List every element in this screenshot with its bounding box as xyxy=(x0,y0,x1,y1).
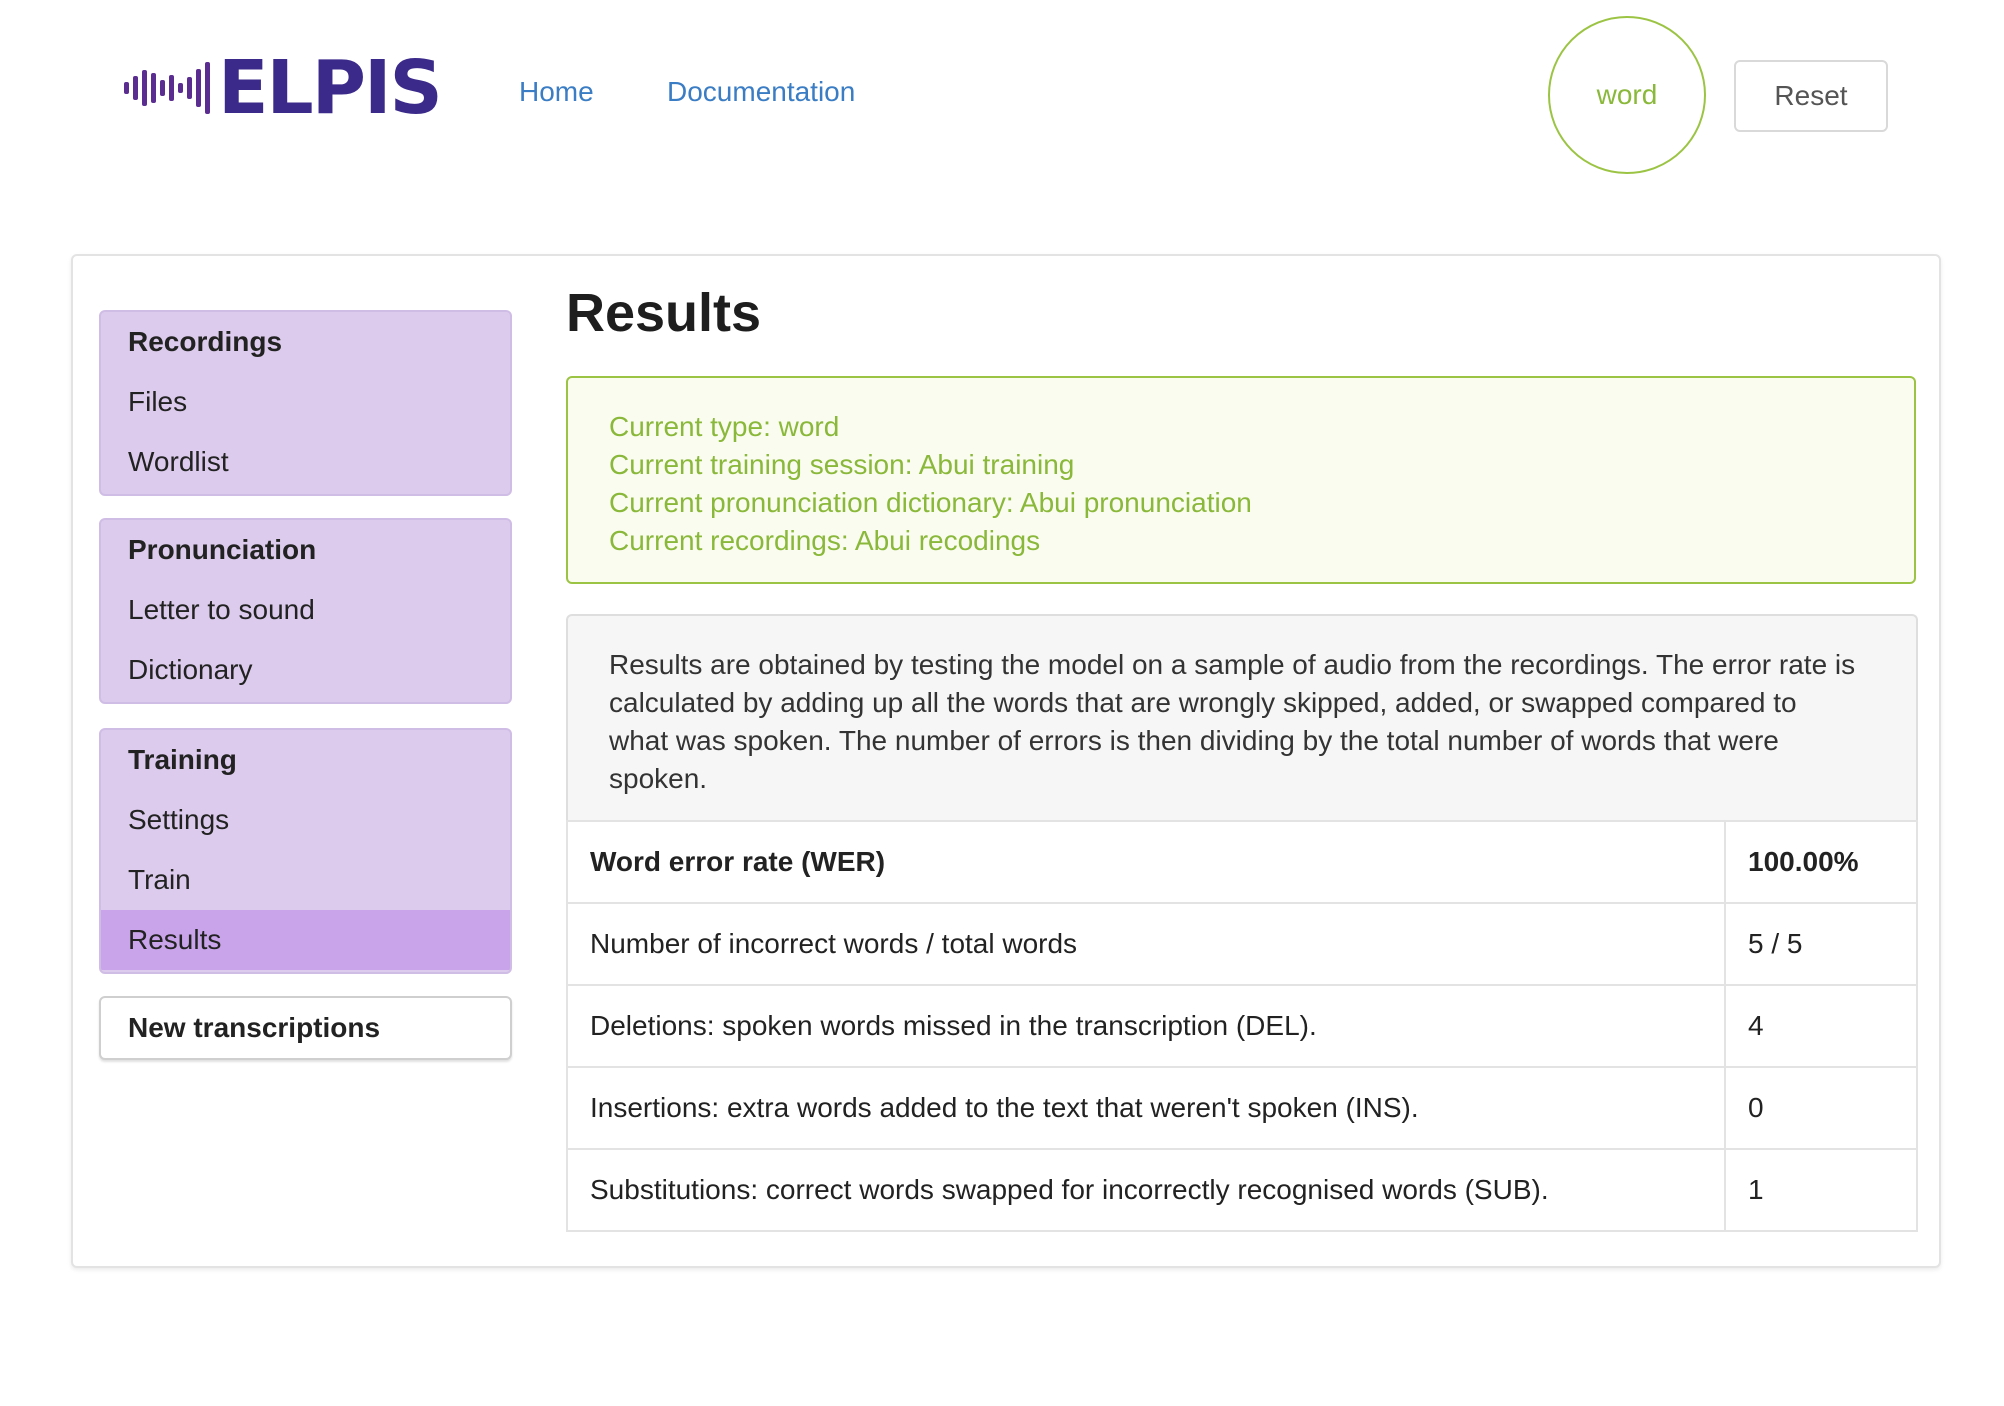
current-session-text: Current training session: Abui training xyxy=(609,449,1075,480)
sidebar-item-letter-to-sound[interactable]: Letter to sound xyxy=(101,580,510,640)
sidebar-group-recordings: Recordings Files Wordlist xyxy=(99,310,512,496)
sidebar-new-transcriptions[interactable]: New transcriptions xyxy=(99,996,512,1060)
sidebar-item-results[interactable]: Results xyxy=(101,910,510,970)
metric-label: Deletions: spoken words missed in the tr… xyxy=(566,984,1726,1068)
reset-button[interactable]: Reset xyxy=(1734,60,1888,132)
current-recordings-text: Current recordings: Abui recodings xyxy=(609,525,1041,556)
table-row-substitutions: Substitutions: correct words swapped for… xyxy=(566,1148,1918,1232)
metric-value: 1 xyxy=(1724,1148,1918,1232)
table-row-insertions: Insertions: extra words added to the tex… xyxy=(566,1066,1918,1150)
sidebar-item-train[interactable]: Train xyxy=(101,850,510,910)
sidebar-heading-recordings[interactable]: Recordings xyxy=(101,312,510,372)
metric-label: Number of incorrect words / total words xyxy=(566,902,1726,986)
waveform-icon xyxy=(124,52,214,124)
sidebar-group-pronunciation: Pronunciation Letter to sound Dictionary xyxy=(99,518,512,704)
sidebar-group-training: Training Settings Train Results xyxy=(99,728,512,974)
app-header: ELPIS Home Documentation word Reset xyxy=(0,0,2004,200)
nav-home-link[interactable]: Home xyxy=(519,76,594,108)
nav-documentation-link[interactable]: Documentation xyxy=(667,76,855,108)
results-description: Results are obtained by testing the mode… xyxy=(566,614,1918,822)
sidebar-item-files[interactable]: Files xyxy=(101,372,510,432)
sidebar-heading-pronunciation[interactable]: Pronunciation xyxy=(101,520,510,580)
elpis-logo[interactable]: ELPIS xyxy=(124,45,443,131)
metric-value: 0 xyxy=(1724,1066,1918,1150)
metric-label: Substitutions: correct words swapped for… xyxy=(566,1148,1726,1232)
metric-value: 4 xyxy=(1724,984,1918,1068)
logo-text: ELPIS xyxy=(218,45,443,131)
current-settings-box: Current type: word Current training sess… xyxy=(566,376,1916,584)
sidebar-item-settings[interactable]: Settings xyxy=(101,790,510,850)
metric-label: Word error rate (WER) xyxy=(566,820,1726,904)
sidebar-item-dictionary[interactable]: Dictionary xyxy=(101,640,510,700)
current-type-badge: word xyxy=(1548,16,1706,174)
metric-label: Insertions: extra words added to the tex… xyxy=(566,1066,1726,1150)
sidebar-item-wordlist[interactable]: Wordlist xyxy=(101,432,510,492)
current-type-text: Current type: word xyxy=(609,411,840,442)
current-dictionary-text: Current pronunciation dictionary: Abui p… xyxy=(609,487,1252,518)
metric-value: 100.00% xyxy=(1724,820,1918,904)
table-row-wer: Word error rate (WER) 100.00% xyxy=(566,820,1918,904)
table-row-incorrect-total: Number of incorrect words / total words … xyxy=(566,902,1918,986)
results-table: Word error rate (WER) 100.00% Number of … xyxy=(566,820,1918,1232)
metric-value: 5 / 5 xyxy=(1724,902,1918,986)
table-row-deletions: Deletions: spoken words missed in the tr… xyxy=(566,984,1918,1068)
sidebar-heading-training[interactable]: Training xyxy=(101,730,510,790)
page-title: Results xyxy=(566,283,762,343)
